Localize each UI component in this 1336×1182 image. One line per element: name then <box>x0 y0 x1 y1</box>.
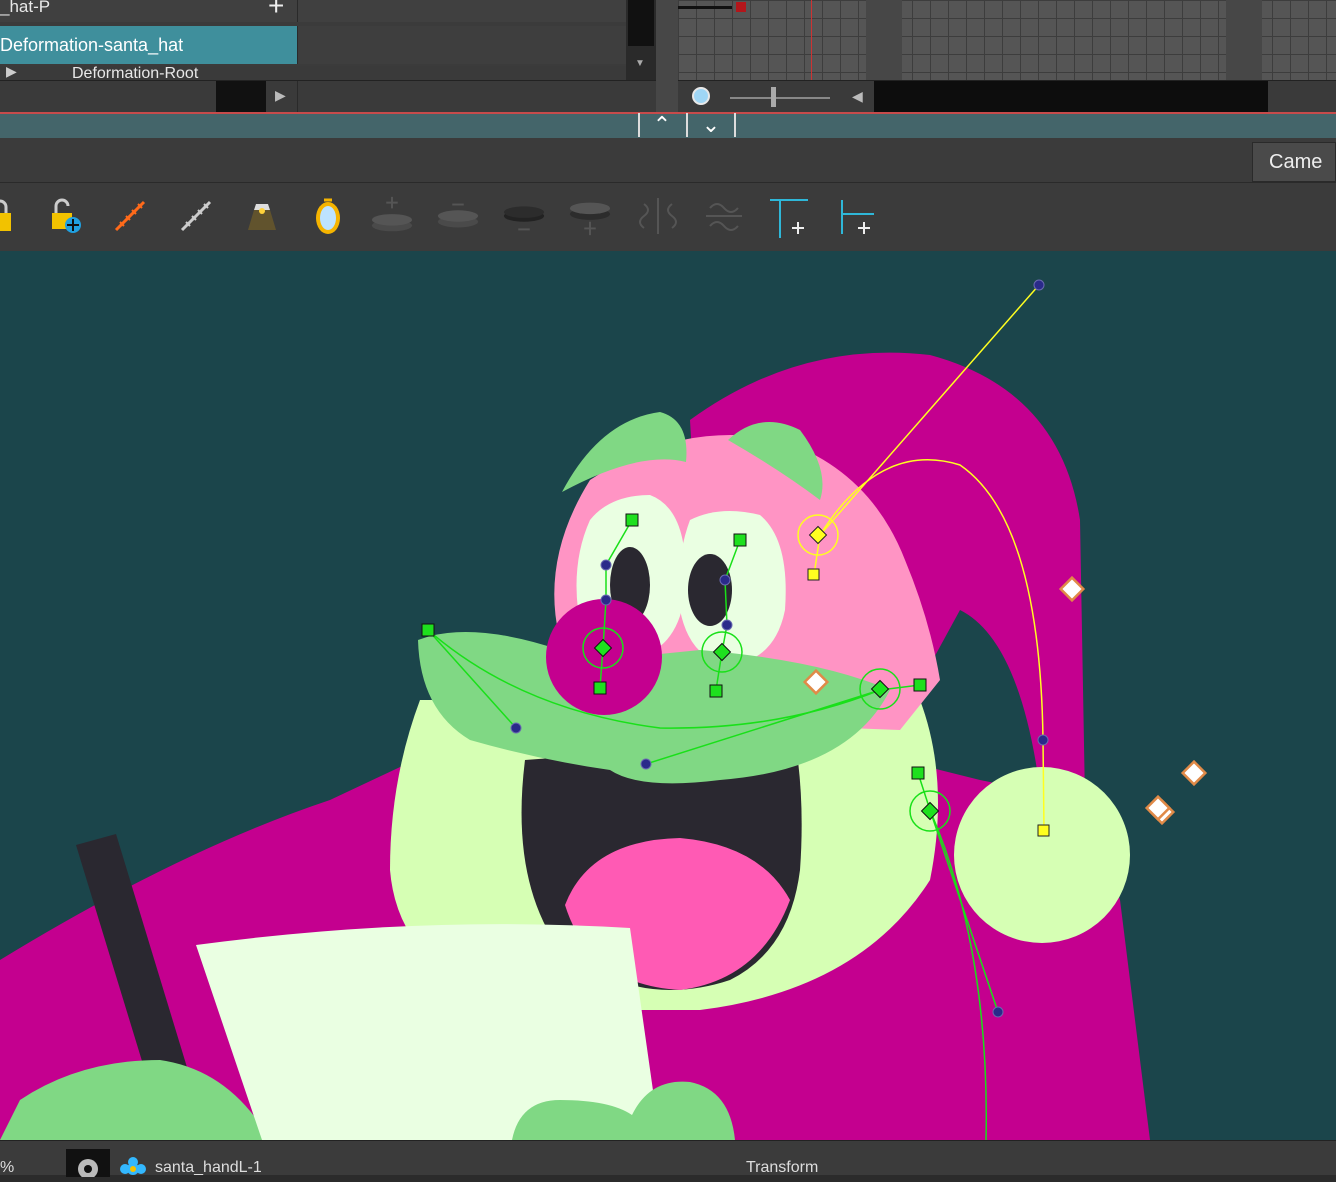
santa-character-drawing[interactable] <box>0 251 1336 1140</box>
layer-name: _hat-P <box>0 0 51 16</box>
column-divider <box>297 81 298 112</box>
layers-horizontal-scrollbar[interactable]: ▶ <box>0 80 656 113</box>
column-divider <box>297 0 298 22</box>
drawing-name: santa_handL-1 <box>155 1159 262 1176</box>
tool-mode-label: Transform <box>746 1159 819 1176</box>
add-layer-top-icon <box>370 191 414 241</box>
layer-name: Deformation-Root <box>72 66 199 80</box>
scroll-thumb[interactable] <box>628 0 654 46</box>
nose <box>546 599 662 715</box>
layer-minus-icon <box>502 191 546 241</box>
expand-arrow-icon[interactable]: ▶ <box>6 66 17 80</box>
camera-viewport[interactable] <box>0 251 1336 1140</box>
zoom-slider-track[interactable] <box>730 97 830 99</box>
timeline-zoom-bar: ◀ <box>678 80 1336 113</box>
tab-camera[interactable]: Came <box>1252 142 1336 182</box>
remove-layer-icon <box>436 191 480 241</box>
frame-band <box>1226 0 1262 80</box>
lamp-icon[interactable] <box>240 191 284 241</box>
zoom-level: % <box>0 1159 15 1176</box>
layer-row-hat[interactable]: _hat-P + <box>0 0 626 22</box>
hat-pompom <box>954 767 1130 943</box>
timeline-grid[interactable] <box>678 0 1336 80</box>
scroll-right-icon[interactable]: ▶ <box>275 87 286 104</box>
drawing-flower-icon <box>116 1155 150 1180</box>
collapse-up-icon[interactable]: ⌃ <box>638 113 684 137</box>
view-tab-bar <box>0 138 1336 183</box>
zoom-slider-handle[interactable] <box>771 87 776 107</box>
flip-vertical-icon <box>702 191 746 241</box>
panel-divider: ⌃ ⌄ <box>0 112 1336 140</box>
gray-chain-icon[interactable] <box>174 191 218 241</box>
timeline-scroll-track[interactable] <box>874 81 1268 112</box>
mirror-icon[interactable] <box>306 191 350 241</box>
add-pivot-icon[interactable] <box>834 191 878 241</box>
playhead[interactable] <box>811 0 812 80</box>
layer-row-deformation-root[interactable]: ▶ Deformation-Root <box>0 66 626 80</box>
timeline-start-marker <box>678 6 732 9</box>
panel-splitter[interactable] <box>656 0 678 112</box>
drawing-thumbnail-icon <box>66 1149 110 1179</box>
scroll-left-icon[interactable]: ◀ <box>852 88 863 105</box>
flip-horizontal-icon <box>636 191 680 241</box>
status-bar: % santa_handL-1 Transform <box>0 1140 1336 1179</box>
frame-band <box>866 0 902 80</box>
column-divider <box>297 26 298 64</box>
collapse-down-icon[interactable]: ⌄ <box>686 113 736 137</box>
zoom-magnifier-icon[interactable] <box>692 87 710 105</box>
unlock-add-icon[interactable] <box>44 191 88 241</box>
lock-icon[interactable] <box>0 191 22 241</box>
scroll-track <box>216 81 266 112</box>
layers-vertical-scrollbar[interactable]: ▼ <box>626 0 656 80</box>
add-layer-icon[interactable]: + <box>268 0 284 20</box>
layer-add-bottom-icon <box>568 191 612 241</box>
keyframe-marker[interactable] <box>736 2 746 12</box>
add-peg-icon[interactable] <box>768 191 812 241</box>
orange-chain-icon[interactable] <box>108 191 152 241</box>
layer-name: Deformation-santa_hat <box>0 35 184 55</box>
scroll-down-icon[interactable]: ▼ <box>635 58 645 69</box>
layer-row-deformation-santa-hat[interactable]: Deformation-santa_hat <box>0 26 626 64</box>
